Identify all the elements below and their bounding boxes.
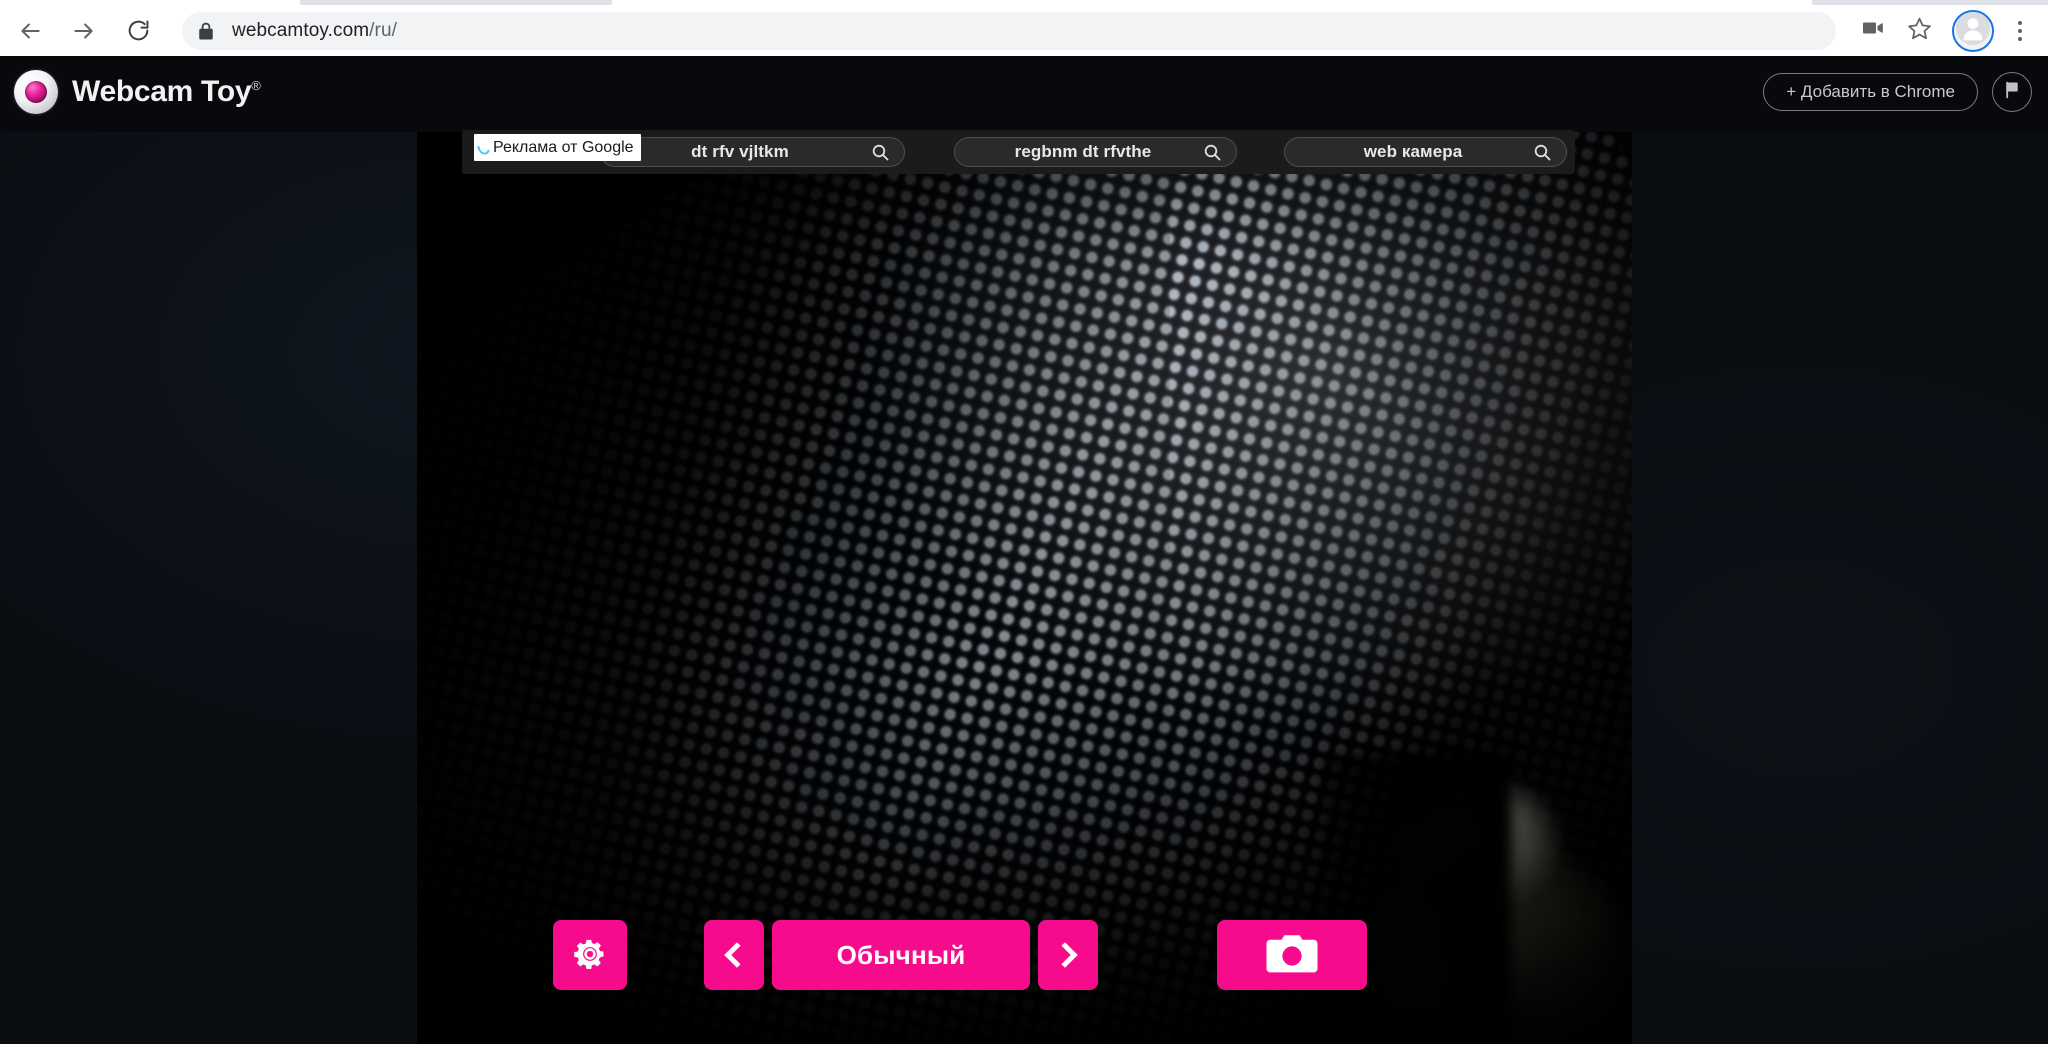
address-bar-url: webcamtoy.com/ru/ [232, 20, 397, 42]
lock-icon [198, 22, 214, 40]
ad-search-pill[interactable]: dt rfv vjltkm [600, 137, 905, 167]
ad-search-term: regbnm dt rfvthe [1014, 142, 1152, 161]
address-bar[interactable]: webcamtoy.com/ru/ [182, 11, 1836, 50]
lens-glyph [25, 81, 47, 103]
add-to-chrome-button[interactable]: + Добавить в Chrome [1763, 73, 1978, 111]
google-ads-strip: Реклама от Google dt rfv vjltkm regbnm d… [462, 130, 1575, 174]
url-domain: webcamtoy.com [232, 19, 370, 41]
camera-icon [1265, 933, 1319, 978]
chevron-left-icon [724, 942, 750, 968]
previous-effect-button[interactable] [704, 920, 764, 990]
registered-mark: ® [251, 78, 261, 93]
search-magnifier-icon [1203, 143, 1222, 162]
current-effect-button[interactable]: Обычный [772, 920, 1030, 990]
google-ads-swirl-icon [474, 138, 493, 157]
back-arrow-icon [17, 18, 43, 44]
header-actions: + Добавить в Chrome [1763, 72, 2032, 112]
capture-photo-button[interactable] [1217, 920, 1367, 990]
ads-by-google-label: Реклама от Google [474, 134, 641, 161]
ads-by-google-text: Реклама от Google [493, 138, 634, 156]
vignette-overlay [417, 131, 1632, 1044]
flag-icon [2002, 80, 2022, 105]
gear-icon [572, 936, 608, 975]
media-controls-button[interactable] [1850, 8, 1896, 54]
language-flag-button[interactable] [1992, 72, 2032, 112]
page-body: Webcam Toy® Реклама от Google dt rfv vjl… [0, 56, 2048, 1044]
webcam-control-bar: Обычный [417, 918, 1632, 992]
profile-avatar-icon [1956, 11, 1990, 50]
browser-chrome: webcamtoy.com/ru/ [0, 0, 2048, 56]
search-magnifier-icon [871, 143, 890, 162]
chrome-menu-button[interactable] [2002, 8, 2038, 54]
reload-icon [126, 18, 151, 43]
chevron-right-icon [1052, 942, 1078, 968]
star-icon [1907, 16, 1932, 46]
forward-button[interactable] [60, 7, 108, 55]
back-button[interactable] [6, 7, 54, 55]
toolbar-actions [1850, 7, 2048, 55]
browser-toolbar: webcamtoy.com/ru/ [0, 5, 2048, 56]
settings-button[interactable] [553, 920, 627, 990]
next-effect-button[interactable] [1038, 920, 1098, 990]
ad-search-pill[interactable]: regbnm dt rfvthe [954, 137, 1237, 167]
ad-search-term: web камера [1363, 142, 1463, 161]
three-dot-menu-icon [2018, 20, 2022, 41]
video-camera-icon [1861, 16, 1885, 45]
url-path: /ru/ [369, 19, 398, 41]
bookmark-button[interactable] [1896, 8, 1942, 54]
brand-name: Webcam Toy® [72, 75, 261, 109]
ad-search-term: dt rfv vjltkm [691, 142, 789, 161]
profile-avatar-button[interactable] [1952, 9, 1994, 52]
brand-name-text: Webcam Toy [72, 75, 252, 108]
ad-search-pill[interactable]: web камера [1284, 137, 1567, 167]
brand-logo-link[interactable]: Webcam Toy® [14, 70, 261, 114]
forward-arrow-icon [71, 18, 97, 44]
webcam-video-feed [417, 131, 1632, 1044]
search-magnifier-icon [1533, 143, 1552, 162]
webcam-lens-logo-icon [14, 70, 58, 114]
reload-button[interactable] [114, 7, 162, 55]
site-header: Webcam Toy® Реклама от Google dt rfv vjl… [0, 56, 2048, 174]
webcam-video-stage[interactable]: Обычный [417, 131, 1632, 1044]
